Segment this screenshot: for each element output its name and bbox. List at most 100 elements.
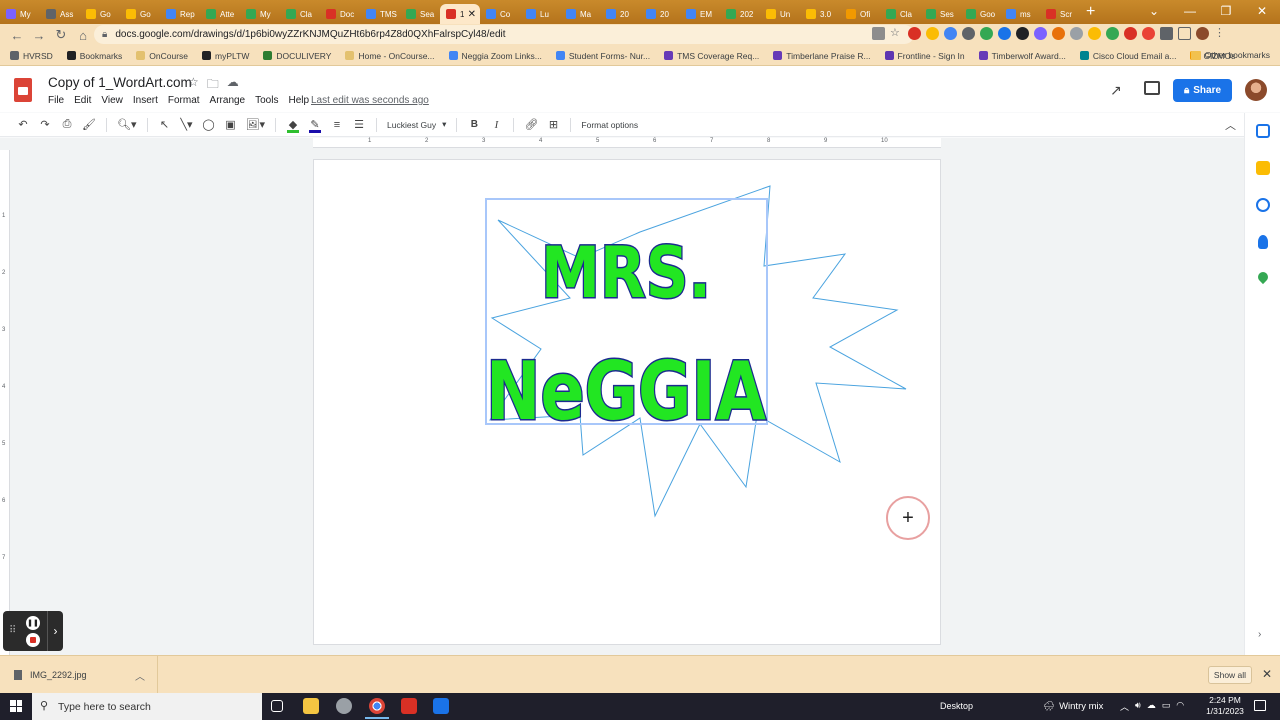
border-weight-icon[interactable]: ≡ — [330, 119, 344, 131]
back-icon[interactable]: ← — [6, 28, 28, 43]
border-color-icon[interactable]: ✎ — [308, 118, 322, 133]
tasks-icon[interactable] — [1256, 198, 1270, 212]
cloud-saved-icon[interactable]: ☁︎ — [227, 75, 239, 96]
taskbar-app-icon[interactable] — [336, 698, 352, 714]
extension-icon[interactable] — [1034, 27, 1047, 40]
profile-avatar-icon[interactable] — [1196, 27, 1209, 40]
extension-icon[interactable] — [998, 27, 1011, 40]
wifi-icon[interactable]: ◠ — [1176, 700, 1184, 713]
taskbar-clock[interactable]: 2:24 PM 1/31/2023 — [1203, 695, 1247, 717]
network-icon[interactable]: ▭ — [1162, 700, 1171, 713]
move-folder-icon[interactable]: 🗀︎ — [207, 75, 219, 96]
browser-tab[interactable]: 3.0 — [800, 4, 840, 24]
browser-tab[interactable]: Ofi — [840, 4, 880, 24]
browser-tab[interactable]: EM — [680, 4, 720, 24]
extension-icon[interactable] — [908, 27, 921, 40]
browser-tab[interactable]: Ass — [40, 4, 80, 24]
horizontal-ruler[interactable]: 1 2 3 4 5 6 7 8 9 10 — [313, 138, 941, 148]
menu-edit[interactable]: Edit — [74, 95, 91, 106]
close-window-button[interactable]: ✕ — [1244, 0, 1280, 24]
browser-tab[interactable]: Co — [480, 4, 520, 24]
bookmark-item[interactable]: Timberwolf Award... — [978, 51, 1066, 61]
link-icon[interactable]: 🔗︎ — [524, 118, 538, 131]
add-comment-icon[interactable]: ⊞ — [546, 118, 560, 131]
browser-tab[interactable]: Scr — [1040, 4, 1080, 24]
extension-icon[interactable] — [1142, 27, 1155, 40]
bookmark-item[interactable]: Timberlane Praise R... — [773, 51, 871, 61]
photos-icon[interactable] — [433, 698, 449, 714]
close-tab-icon[interactable]: ✕ — [468, 9, 476, 20]
onedrive-icon[interactable]: ☁︎ — [1147, 700, 1156, 713]
extension-icon[interactable] — [962, 27, 975, 40]
close-downloads-icon[interactable]: ✕ — [1262, 667, 1272, 681]
text-box-icon[interactable]: ▣ — [224, 118, 238, 131]
show-hidden-icons[interactable]: ︿ — [1120, 700, 1129, 713]
menu-insert[interactable]: Insert — [133, 95, 158, 106]
document-title[interactable]: Copy of 1_WordArt.com — [48, 75, 192, 90]
bold-button[interactable]: B — [467, 119, 481, 130]
bookmark-item[interactable]: Neggia Zoom Links... — [448, 51, 542, 61]
share-page-icon[interactable] — [872, 27, 885, 40]
other-bookmarks[interactable]: Other bookmarks — [1190, 50, 1270, 60]
browser-tab[interactable]: Go — [80, 4, 120, 24]
pause-recording-button[interactable]: ❚❚ — [26, 616, 40, 630]
browser-tab[interactable]: 20 — [640, 4, 680, 24]
extension-icon[interactable] — [980, 27, 993, 40]
extension-icon[interactable] — [926, 27, 939, 40]
contacts-icon[interactable] — [1258, 235, 1268, 249]
paint-format-icon[interactable]: 🖌︎ — [82, 118, 96, 131]
zoom-icon[interactable]: 🔍︎▾ — [117, 118, 137, 131]
drag-handle-icon[interactable]: ⠿ — [9, 625, 16, 636]
bookmark-item[interactable]: OnCourse — [136, 51, 188, 61]
extension-icon[interactable] — [1070, 27, 1083, 40]
bookmark-star-icon[interactable]: ☆ — [890, 27, 903, 40]
browser-tab[interactable]: Cla — [280, 4, 320, 24]
undo-icon[interactable]: ↶ — [16, 118, 30, 131]
italic-button[interactable]: I — [489, 119, 503, 131]
download-item[interactable]: IMG_2292.jpg ︿ — [0, 656, 158, 694]
extension-icon[interactable] — [944, 27, 957, 40]
url-bar[interactable]: 🔒︎ docs.google.com/drawings/d/1p6bi0wyZZ… — [94, 25, 914, 44]
bookmark-item[interactable]: Bookmarks — [66, 51, 122, 61]
format-options-button[interactable]: Format options — [581, 120, 638, 130]
browser-tab[interactable]: Go — [120, 4, 160, 24]
menu-arrange[interactable]: Arrange — [210, 95, 246, 106]
menu-file[interactable]: File — [48, 95, 64, 106]
menu-tools[interactable]: Tools — [255, 95, 278, 106]
activity-trend-icon[interactable]: ↗ — [1110, 82, 1122, 99]
puzzle-icon[interactable] — [1160, 27, 1173, 40]
extension-icon[interactable] — [1016, 27, 1029, 40]
menu-format[interactable]: Format — [168, 95, 200, 106]
bookmark-item[interactable]: myPLTW — [202, 51, 249, 61]
forward-icon[interactable]: → — [28, 28, 50, 43]
bookmark-item[interactable]: Home - OnCourse... — [345, 51, 435, 61]
browser-tab[interactable]: Atte — [200, 4, 240, 24]
drawing-canvas[interactable] — [313, 159, 941, 645]
browser-tab[interactable]: Un — [760, 4, 800, 24]
browser-tab-active[interactable]: 1 ✕ — [440, 4, 480, 24]
acrobat-icon[interactable] — [401, 698, 417, 714]
chevron-up-icon[interactable]: ︿ — [135, 668, 145, 683]
bookmark-item[interactable]: HVRSD — [10, 51, 53, 61]
border-dash-icon[interactable]: ☰ — [352, 118, 366, 131]
browser-tab[interactable]: 20 — [600, 4, 640, 24]
extension-icon[interactable] — [1088, 27, 1101, 40]
line-tool-icon[interactable]: ╲▾ — [180, 118, 194, 131]
task-view-icon[interactable] — [271, 700, 283, 712]
font-selector[interactable]: Luckiest Guy ▾ — [387, 119, 446, 130]
lock-icon[interactable]: 🔒︎ — [102, 29, 107, 40]
browser-tab[interactable]: Doc — [320, 4, 360, 24]
user-avatar[interactable] — [1245, 79, 1267, 101]
expand-recorder-button[interactable]: › — [47, 611, 63, 651]
browser-tab[interactable]: Lu — [520, 4, 560, 24]
browser-tab[interactable]: Cla — [880, 4, 920, 24]
browser-tab[interactable]: My — [240, 4, 280, 24]
shape-tool-icon[interactable]: ◯ — [202, 118, 216, 131]
weather-widget[interactable]: 🌧︎ Wintry mix — [1043, 701, 1103, 712]
bookmark-item[interactable]: TMS Coverage Req... — [664, 51, 759, 61]
bookmark-item[interactable]: Cisco Cloud Email a... — [1079, 51, 1176, 61]
last-edit-link[interactable]: Last edit was seconds ago — [311, 95, 429, 106]
browser-tab[interactable]: My — [0, 4, 40, 24]
menu-help[interactable]: Help — [288, 95, 309, 106]
home-icon[interactable]: ⌂ — [72, 28, 94, 43]
